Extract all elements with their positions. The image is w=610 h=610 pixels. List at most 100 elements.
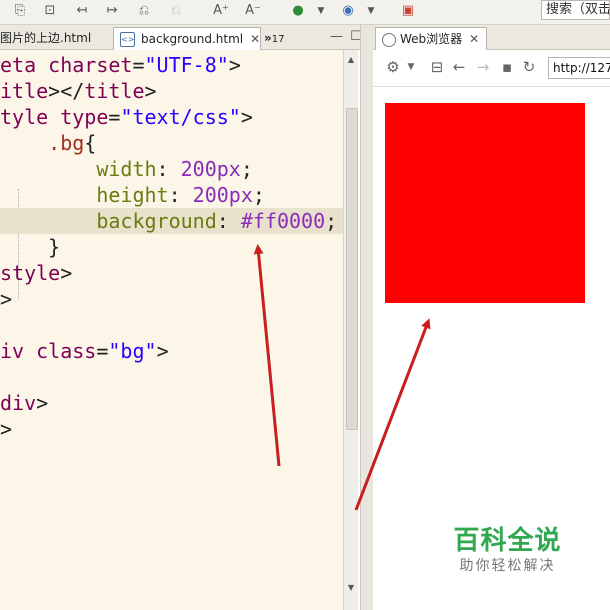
watermark-subtitle: 助你轻松解决 <box>459 558 556 574</box>
code-line: itle></title> <box>0 78 343 104</box>
new-file-icon[interactable]: ⎘ <box>12 3 28 19</box>
run-icon[interactable]: ● <box>290 3 306 19</box>
back-icon[interactable]: ← <box>451 59 467 75</box>
tab-label: background.html <box>141 32 244 46</box>
url-input[interactable]: http://127. <box>548 57 610 79</box>
code-editor[interactable]: eta charset="UTF-8"> itle></title> tyle ty… <box>0 50 343 610</box>
code-line: > <box>0 416 343 442</box>
tab-overflow[interactable]: »17 <box>264 27 304 49</box>
scrollbar-thumb[interactable] <box>346 108 358 430</box>
code-token: class <box>36 339 97 363</box>
scroll-up-icon[interactable]: ▲ <box>345 52 357 68</box>
code-token: : <box>216 209 241 233</box>
step-back-icon[interactable]: ↤ <box>74 3 90 19</box>
gear-icon[interactable]: ⚙ <box>385 59 401 75</box>
code-token: width <box>96 157 157 181</box>
code-token: height <box>96 183 169 207</box>
run-dropdown-chevron-icon[interactable]: ▼ <box>316 3 326 19</box>
code-token: "text/css" <box>120 105 241 129</box>
redo-icon[interactable]: ⎌ <box>168 3 184 19</box>
browser-preview-icon[interactable]: ◉ <box>340 3 356 19</box>
code-token: ; <box>240 157 253 181</box>
code-line: iv class="bg"> <box>0 338 343 364</box>
code-token: : <box>168 183 193 207</box>
main-toolbar: ⎘ ⊡ ↤ ↦ ⎌ ⎌ A⁺ A⁻ ● ▼ ◉ ▼ ▣ 搜索（双击 <box>0 0 610 25</box>
editor-tab-bar: 图片的上边.html <> background.html ✕ »17 — ☐ <box>0 25 370 50</box>
save-icon[interactable]: ⊡ <box>42 3 58 19</box>
code-token: { <box>84 131 97 155</box>
code-line: style> <box>0 260 343 286</box>
code-token: title <box>84 79 145 103</box>
code-token: > <box>60 261 73 285</box>
html-file-icon: <> <box>120 32 135 47</box>
code-token: > <box>240 105 253 129</box>
tab-label: 图片的上边.html <box>0 31 92 45</box>
minimize-icon[interactable]: — <box>330 29 343 45</box>
code-token: > <box>228 53 241 77</box>
font-increase-icon[interactable]: A⁺ <box>212 3 230 19</box>
browser-tab-bar: Web浏览器 ✕ <box>373 25 610 50</box>
red-bg-div <box>385 103 585 303</box>
code-token: itle <box>0 79 49 103</box>
overflow-chevron-icon: » <box>264 31 272 45</box>
close-icon[interactable]: ✕ <box>249 28 261 50</box>
watermark-logo: 百科全说 助你轻松解决 <box>445 525 570 575</box>
code-line: .bg{ <box>0 130 343 156</box>
forward-icon[interactable]: → <box>475 59 491 75</box>
code-token: = <box>108 105 121 129</box>
close-icon[interactable]: ✕ <box>468 28 480 50</box>
overflow-count: 17 <box>271 34 285 45</box>
code-token: #ff0000 <box>240 209 326 233</box>
code-token: tyle <box>0 105 61 129</box>
code-token: iv <box>0 339 37 363</box>
code-token: 200px <box>192 183 253 207</box>
code-token: eta <box>0 53 49 77</box>
tab-image-top-html[interactable]: 图片的上边.html <box>0 27 112 49</box>
code-line: div> <box>0 390 343 416</box>
code-token: background <box>96 209 217 233</box>
stop-icon[interactable]: ▣ <box>400 3 416 19</box>
code-token: = <box>96 339 109 363</box>
code-line: width: 200px; <box>0 156 343 182</box>
code-token: type <box>60 105 109 129</box>
code-line: height: 200px; <box>0 182 343 208</box>
code-token: ></ <box>48 79 85 103</box>
code-token: charset <box>48 53 133 77</box>
code-token: > <box>144 79 157 103</box>
tab-web-browser[interactable]: Web浏览器 ✕ <box>375 27 487 50</box>
tab-background-html[interactable]: <> background.html ✕ <box>113 27 261 50</box>
code-token: > <box>156 339 169 363</box>
browser-tab-label: Web浏览器 <box>400 32 463 46</box>
code-token: > <box>0 287 13 311</box>
search-input[interactable]: 搜索（双击 <box>541 0 610 20</box>
code-token: ; <box>325 209 338 233</box>
code-token: "bg" <box>108 339 157 363</box>
preview-dropdown-chevron-icon[interactable]: ▼ <box>366 3 376 19</box>
stop-icon[interactable]: ▪ <box>499 59 515 75</box>
browser-nav-bar: ⚙ ▼ ⊟ ← → ▪ ↻ http://127. <box>373 50 610 87</box>
code-token: 200px <box>180 157 241 181</box>
globe-icon <box>382 32 396 47</box>
code-token: = <box>132 53 145 77</box>
code-token: ; <box>252 183 265 207</box>
font-decrease-icon[interactable]: A⁻ <box>244 3 262 19</box>
code-line: tyle type="text/css"> <box>0 104 343 130</box>
step-forward-icon[interactable]: ↦ <box>104 3 120 19</box>
refresh-icon[interactable]: ↻ <box>521 59 537 75</box>
undo-icon[interactable]: ⎌ <box>136 3 152 19</box>
settings-dropdown-chevron-icon[interactable]: ▼ <box>403 59 419 75</box>
scroll-down-icon[interactable]: ▼ <box>345 580 357 596</box>
code-token: div <box>0 391 37 415</box>
editor-vertical-scrollbar[interactable]: ▲ ▼ <box>343 50 358 610</box>
code-token: style <box>0 261 61 285</box>
console-icon[interactable]: ⊟ <box>429 59 445 75</box>
code-token: > <box>36 391 49 415</box>
pane-splitter[interactable] <box>360 25 374 610</box>
watermark-title: 百科全说 <box>453 526 562 556</box>
